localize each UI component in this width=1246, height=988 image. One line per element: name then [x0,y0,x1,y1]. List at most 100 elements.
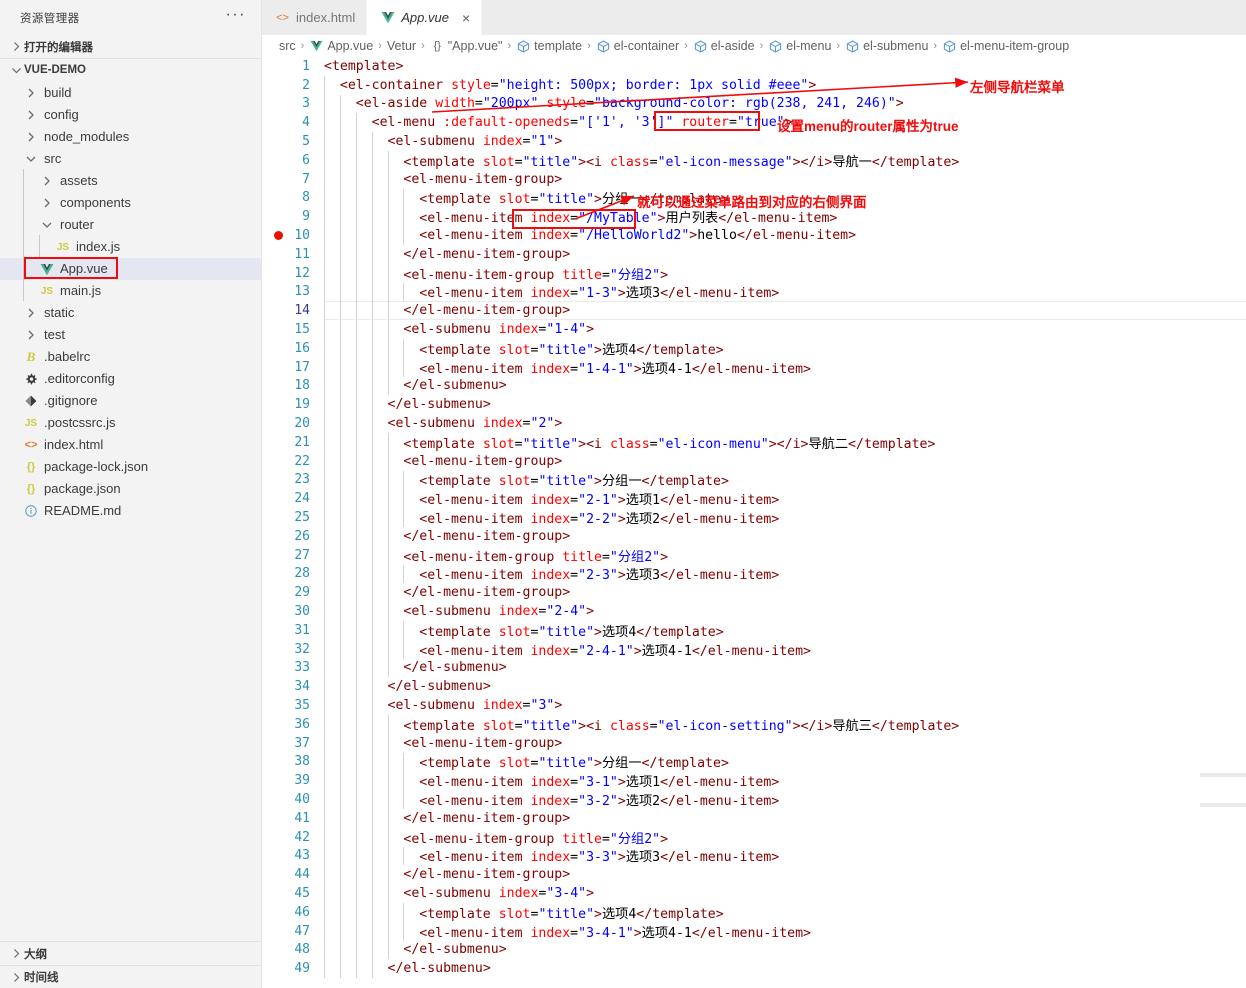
code-line[interactable]: 27 <el-menu-item-group title="分组2"> [262,546,1246,565]
code-line[interactable]: 17 <el-menu-item index="1-4-1">选项4-1</el… [262,358,1246,377]
code-line[interactable]: 38 <template slot="title">分组一</template> [262,752,1246,771]
editor-tab[interactable]: <> index.html [262,0,368,35]
code-token: "3" [530,697,555,713]
breadcrumb-item[interactable]: {} "App.vue" [430,39,503,54]
tree-item[interactable]: static [0,302,261,324]
tree-item-label: node_modules [44,129,130,144]
breadcrumb-item[interactable]: Vetur [387,39,416,53]
code-line[interactable]: 16 <template slot="title">选项4</template> [262,339,1246,358]
breadcrumb-item[interactable]: template [516,39,582,54]
tree-item[interactable]: components [0,192,261,214]
code-line[interactable]: 29 </el-menu-item-group> [262,583,1246,602]
tree-item[interactable]: {} package.json [0,478,261,500]
close-icon[interactable]: × [462,11,470,25]
code-line[interactable]: 1 <template> [262,57,1246,76]
tree-item[interactable]: .gitignore [0,390,261,412]
code-line[interactable]: 18 </el-submenu> [262,377,1246,396]
breadcrumb-item[interactable]: el-container [596,39,679,54]
code-line[interactable]: 42 <el-menu-item-group title="分组2"> [262,828,1246,847]
code-line[interactable]: 26 </el-menu-item-group> [262,527,1246,546]
line-number: 46 [294,904,310,920]
section-open-editors[interactable]: 打开的编辑器 [0,35,261,58]
editor-tab[interactable]: App.vue × [367,0,483,35]
code-line[interactable]: 30 <el-submenu index="2-4"> [262,602,1246,621]
code-line[interactable]: 35 <el-submenu index="3"> [262,696,1246,715]
tree-item[interactable]: src [0,148,261,170]
section-outline[interactable]: 大纲 [0,942,261,965]
code-line-text: <el-menu-item index="2-3">选项3</el-menu-i… [310,564,779,583]
code-line[interactable]: 49 </el-submenu> [262,959,1246,978]
code-line[interactable]: 20 <el-submenu index="2"> [262,414,1246,433]
code-line[interactable]: 8 <template slot="title">分组一</template> [262,189,1246,207]
breadcrumb-item[interactable]: App.vue [309,39,373,54]
code-line[interactable]: 21 <template slot="title"><i class="el-i… [262,433,1246,452]
code-line[interactable]: 45 <el-submenu index="3-4"> [262,884,1246,903]
code-line[interactable]: 6 <template slot="title"><i class="el-ic… [262,151,1246,170]
code-line[interactable]: 4 <el-menu :default-openeds="['1', '3']"… [262,113,1246,132]
code-line[interactable]: 46 <template slot="title">选项4</template> [262,903,1246,922]
code-line[interactable]: 5 <el-submenu index="1"> [262,132,1246,151]
code-token: > [715,342,724,358]
code-line[interactable]: 25 <el-menu-item index="2-2">选项2</el-men… [262,508,1246,527]
breadcrumb-item[interactable]: el-menu [768,39,831,54]
tree-item[interactable]: router [0,214,261,236]
code-line-text: </el-submenu> [310,397,491,412]
code-line[interactable]: 12 <el-menu-item-group title="分组2"> [262,264,1246,283]
code-line[interactable]: 44 </el-menu-item-group> [262,865,1246,884]
code-line[interactable]: 19 </el-submenu> [262,395,1246,414]
breadcrumb-item[interactable]: el-submenu [845,39,928,54]
tree-item-selected[interactable]: App.vue [0,258,261,280]
code-token: = [570,286,579,302]
tree-item[interactable]: test [0,324,261,346]
code-line[interactable]: 40 <el-menu-item index="3-2">选项2</el-men… [262,790,1246,809]
code-line[interactable]: 7 <el-menu-item-group> [262,170,1246,189]
code-line[interactable]: 47 <el-menu-item index="3-4-1">选项4-1</el… [262,922,1246,941]
code-line[interactable]: 39 <el-menu-item index="3-1">选项1</el-men… [262,771,1246,790]
code-line[interactable]: 41 </el-menu-item-group> [262,809,1246,828]
code-line[interactable]: 13 <el-menu-item index="1-3">选项3</el-men… [262,283,1246,302]
tree-item[interactable]: {} package-lock.json [0,456,261,478]
code-line[interactable]: 33 </el-submenu> [262,659,1246,678]
tree-item[interactable]: .editorconfig [0,368,261,390]
tree-item[interactable]: B .babelrc [0,346,261,368]
more-actions-icon[interactable]: ··· [226,6,255,26]
tree-item[interactable]: build [0,82,261,104]
tree-item[interactable]: config [0,104,261,126]
section-project-root[interactable]: VUE-DEMO [0,58,261,81]
code-line[interactable]: 34 </el-submenu> [262,677,1246,696]
tree-item[interactable]: JS main.js [0,280,261,302]
code-token: index [482,697,523,713]
code-line[interactable]: 22 <el-menu-item-group> [262,452,1246,471]
code-line[interactable]: 9 <el-menu-item index="/MyTable">用户列表</e… [262,207,1246,226]
section-timeline[interactable]: 时间线 [0,965,261,988]
code-line[interactable]: 43 <el-menu-item index="3-3">选项3</el-men… [262,846,1246,865]
code-line[interactable]: 23 <template slot="title">分组一</template> [262,471,1246,489]
code-line[interactable]: 37 <el-menu-item-group> [262,734,1246,753]
code-line[interactable]: 14 </el-menu-item-group> [262,301,1246,320]
code-line[interactable]: 28 <el-menu-item index="2-3">选项3</el-men… [262,564,1246,583]
code-token: template [652,342,716,358]
code-line[interactable]: 11 </el-menu-item-group> [262,245,1246,264]
code-line[interactable]: 32 <el-menu-item index="2-4-1">选项4-1</el… [262,640,1246,659]
code-line[interactable]: 15 <el-submenu index="1-4"> [262,320,1246,339]
code-line[interactable]: 36 <template slot="title"><i class="el-i… [262,715,1246,734]
code-line[interactable]: 31 <template slot="title">选项4</template> [262,621,1246,640]
code-line[interactable]: 2 <el-container style="height: 500px; bo… [262,76,1246,95]
code-line[interactable]: 3 <el-aside width="200px" style="backgro… [262,95,1246,114]
code-line[interactable]: 24 <el-menu-item index="2-1">选项1</el-men… [262,489,1246,508]
code-line[interactable]: 48 </el-submenu> [262,940,1246,959]
code-token: el-menu-item [427,211,523,227]
breadcrumb-item[interactable]: el-menu-item-group [942,39,1069,54]
breadcrumb-item[interactable]: src [279,39,296,53]
editor-tab-label: App.vue [401,10,449,25]
code-editor[interactable]: 1 <template> 2 <el-container style="height… [262,57,1246,988]
tree-item[interactable]: <> index.html [0,434,261,456]
breadcrumb-item[interactable]: el-aside [693,39,755,54]
tree-item[interactable]: JS .postcssrc.js [0,412,261,434]
code-line[interactable]: 10 <el-menu-item index="/HelloWorld2">he… [262,226,1246,245]
tree-item[interactable]: node_modules [0,126,261,148]
tree-item[interactable]: assets [0,170,261,192]
tree-item[interactable]: README.md [0,500,261,522]
